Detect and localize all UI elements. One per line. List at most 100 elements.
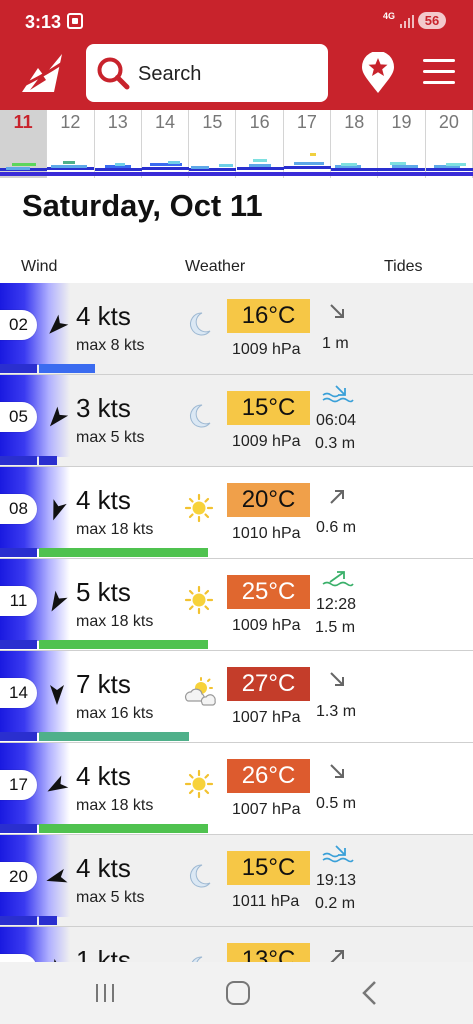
- wind-gust: max 18 kts: [76, 797, 154, 814]
- search-placeholder: Search: [138, 63, 202, 85]
- pressure: 1010 hPa: [232, 525, 301, 542]
- wind-gust: max 18 kts: [76, 613, 154, 630]
- day-tab-label: 17: [296, 112, 317, 132]
- search-icon: [97, 57, 130, 90]
- day-tab-20[interactable]: 20: [425, 110, 473, 178]
- moon-icon: [182, 309, 216, 339]
- day-forecast-sparkline: [47, 154, 95, 174]
- app-header: 3:13 4G 56 Search: [0, 0, 473, 110]
- back-icon[interactable]: [360, 980, 380, 1006]
- wind-direction-icon: [49, 406, 69, 427]
- day-forecast-sparkline: [378, 154, 426, 174]
- wind-speed: 5 kts: [76, 577, 131, 607]
- day-forecast-sparkline: [189, 154, 237, 174]
- low-tide-icon: [322, 845, 354, 865]
- day-selector: 11 12 13 14 15 16 17 18 19 20: [0, 110, 473, 178]
- forecast-row[interactable]: 05 3 kts max 5 kts 15°C 1009 hPa 06:04 0.3 m: [0, 375, 473, 467]
- wind-gust: max 16 kts: [76, 705, 154, 722]
- column-header-wind: Wind: [21, 258, 58, 275]
- temperature-badge: 15°C: [227, 851, 310, 885]
- forecast-row[interactable]: 02 4 kts max 8 kts 16°C 1009 hPa 1 m: [0, 283, 473, 375]
- menu-icon[interactable]: [423, 57, 455, 85]
- wind-direction-icon: [51, 590, 68, 612]
- column-header-weather: Weather: [185, 258, 246, 275]
- favorite-location-icon[interactable]: [360, 52, 396, 94]
- temperature-badge: 16°C: [227, 299, 310, 333]
- day-tab-label: 15: [202, 112, 223, 132]
- wind-bar-base: [0, 824, 37, 833]
- day-tab-17[interactable]: 17: [283, 110, 332, 178]
- day-tab-label: 20: [438, 112, 459, 132]
- hour-label: 14: [0, 678, 37, 708]
- wind-bar-base: [0, 916, 37, 925]
- day-tab-label: 18: [344, 112, 365, 132]
- day-tab-14[interactable]: 14: [141, 110, 190, 178]
- day-forecast-sparkline: [331, 154, 379, 174]
- day-forecast-sparkline: [0, 154, 47, 174]
- arrow-down-right-icon: [322, 303, 354, 323]
- status-bar: 3:13 4G 56: [0, 0, 473, 40]
- system-nav-bar: [0, 962, 473, 1024]
- pressure: 1007 hPa: [232, 801, 301, 818]
- pressure: 1011 hPa: [232, 893, 300, 910]
- wind-gust: max 5 kts: [76, 429, 145, 446]
- pressure: 1007 hPa: [232, 709, 301, 726]
- wind-speed: 4 kts: [76, 301, 131, 331]
- signal-icon: [400, 14, 414, 28]
- home-icon[interactable]: [226, 981, 250, 1005]
- partly-cloudy-icon: [182, 677, 216, 707]
- day-tab-11[interactable]: 11: [0, 110, 48, 178]
- search-input[interactable]: Search: [86, 44, 328, 102]
- wind-bar-base: [0, 548, 37, 557]
- arrow-down-right-icon: [322, 763, 354, 783]
- temperature-badge: 20°C: [227, 483, 310, 517]
- day-tab-13[interactable]: 13: [94, 110, 142, 178]
- forecast-row[interactable]: 08 4 kts max 18 kts 20°C 1010 hPa 0.6 m: [0, 467, 473, 559]
- app-logo-icon[interactable]: [20, 52, 66, 96]
- day-tab-19[interactable]: 19: [378, 110, 426, 178]
- forecast-row[interactable]: 11 5 kts max 18 kts 25°C 1009 hPa 12:28 1.5 m: [0, 559, 473, 651]
- screenshot-icon: [67, 13, 83, 29]
- day-tab-label: 11: [13, 112, 33, 132]
- day-strip-divider: [0, 172, 473, 176]
- wind-bar-base: [0, 364, 37, 373]
- wind-direction-icon: [53, 499, 67, 521]
- tide-time: 19:13: [316, 872, 357, 889]
- wind-speed: 4 kts: [76, 485, 131, 515]
- temperature-badge: 26°C: [227, 759, 310, 793]
- tide-height: 1.5 m: [315, 619, 356, 636]
- day-tab-label: 13: [107, 112, 128, 132]
- page-title: Saturday, Oct 11: [22, 188, 263, 223]
- day-tab-label: 14: [155, 112, 176, 132]
- recent-apps-icon[interactable]: [94, 982, 116, 1004]
- pressure: 1009 hPa: [232, 433, 301, 450]
- wind-gust-bar: [39, 916, 57, 925]
- wind-gust: max 8 kts: [76, 337, 145, 354]
- tide-height: 1.3 m: [316, 703, 357, 720]
- low-tide-icon: [322, 385, 354, 405]
- day-tab-15[interactable]: 15: [189, 110, 237, 178]
- wind-gust-bar: [39, 364, 95, 373]
- tide-height: 1 m: [322, 335, 349, 352]
- tide-time: 12:28: [316, 596, 357, 613]
- wind-direction-icon: [49, 314, 69, 334]
- day-forecast-sparkline: [425, 154, 473, 174]
- network-type: 4G: [383, 11, 396, 21]
- tide-height: 0.5 m: [316, 795, 357, 812]
- day-forecast-sparkline: [94, 154, 142, 174]
- forecast-row[interactable]: 20 4 kts max 5 kts 15°C 1011 hPa 19:13 0.2 m: [0, 835, 473, 927]
- tide-time: 06:04: [316, 412, 357, 429]
- day-tab-18[interactable]: 18: [331, 110, 379, 178]
- day-tab-16[interactable]: 16: [236, 110, 284, 178]
- forecast-row[interactable]: 14 7 kts max 16 kts 27°C 1007 hPa 1.3 m: [0, 651, 473, 743]
- day-tab-label: 12: [60, 112, 81, 132]
- pressure: 1009 hPa: [232, 617, 301, 634]
- wind-gust-bar: [39, 548, 208, 557]
- forecast-row[interactable]: 17 4 kts max 18 kts 26°C 1007 hPa 0.5 m: [0, 743, 473, 835]
- sun-icon: [182, 493, 216, 523]
- tide-height: 0.3 m: [315, 435, 356, 452]
- day-forecast-sparkline: [141, 154, 189, 174]
- wind-gust: max 5 kts: [76, 889, 145, 906]
- wind-speed: 3 kts: [76, 393, 131, 423]
- day-tab-12[interactable]: 12: [47, 110, 95, 178]
